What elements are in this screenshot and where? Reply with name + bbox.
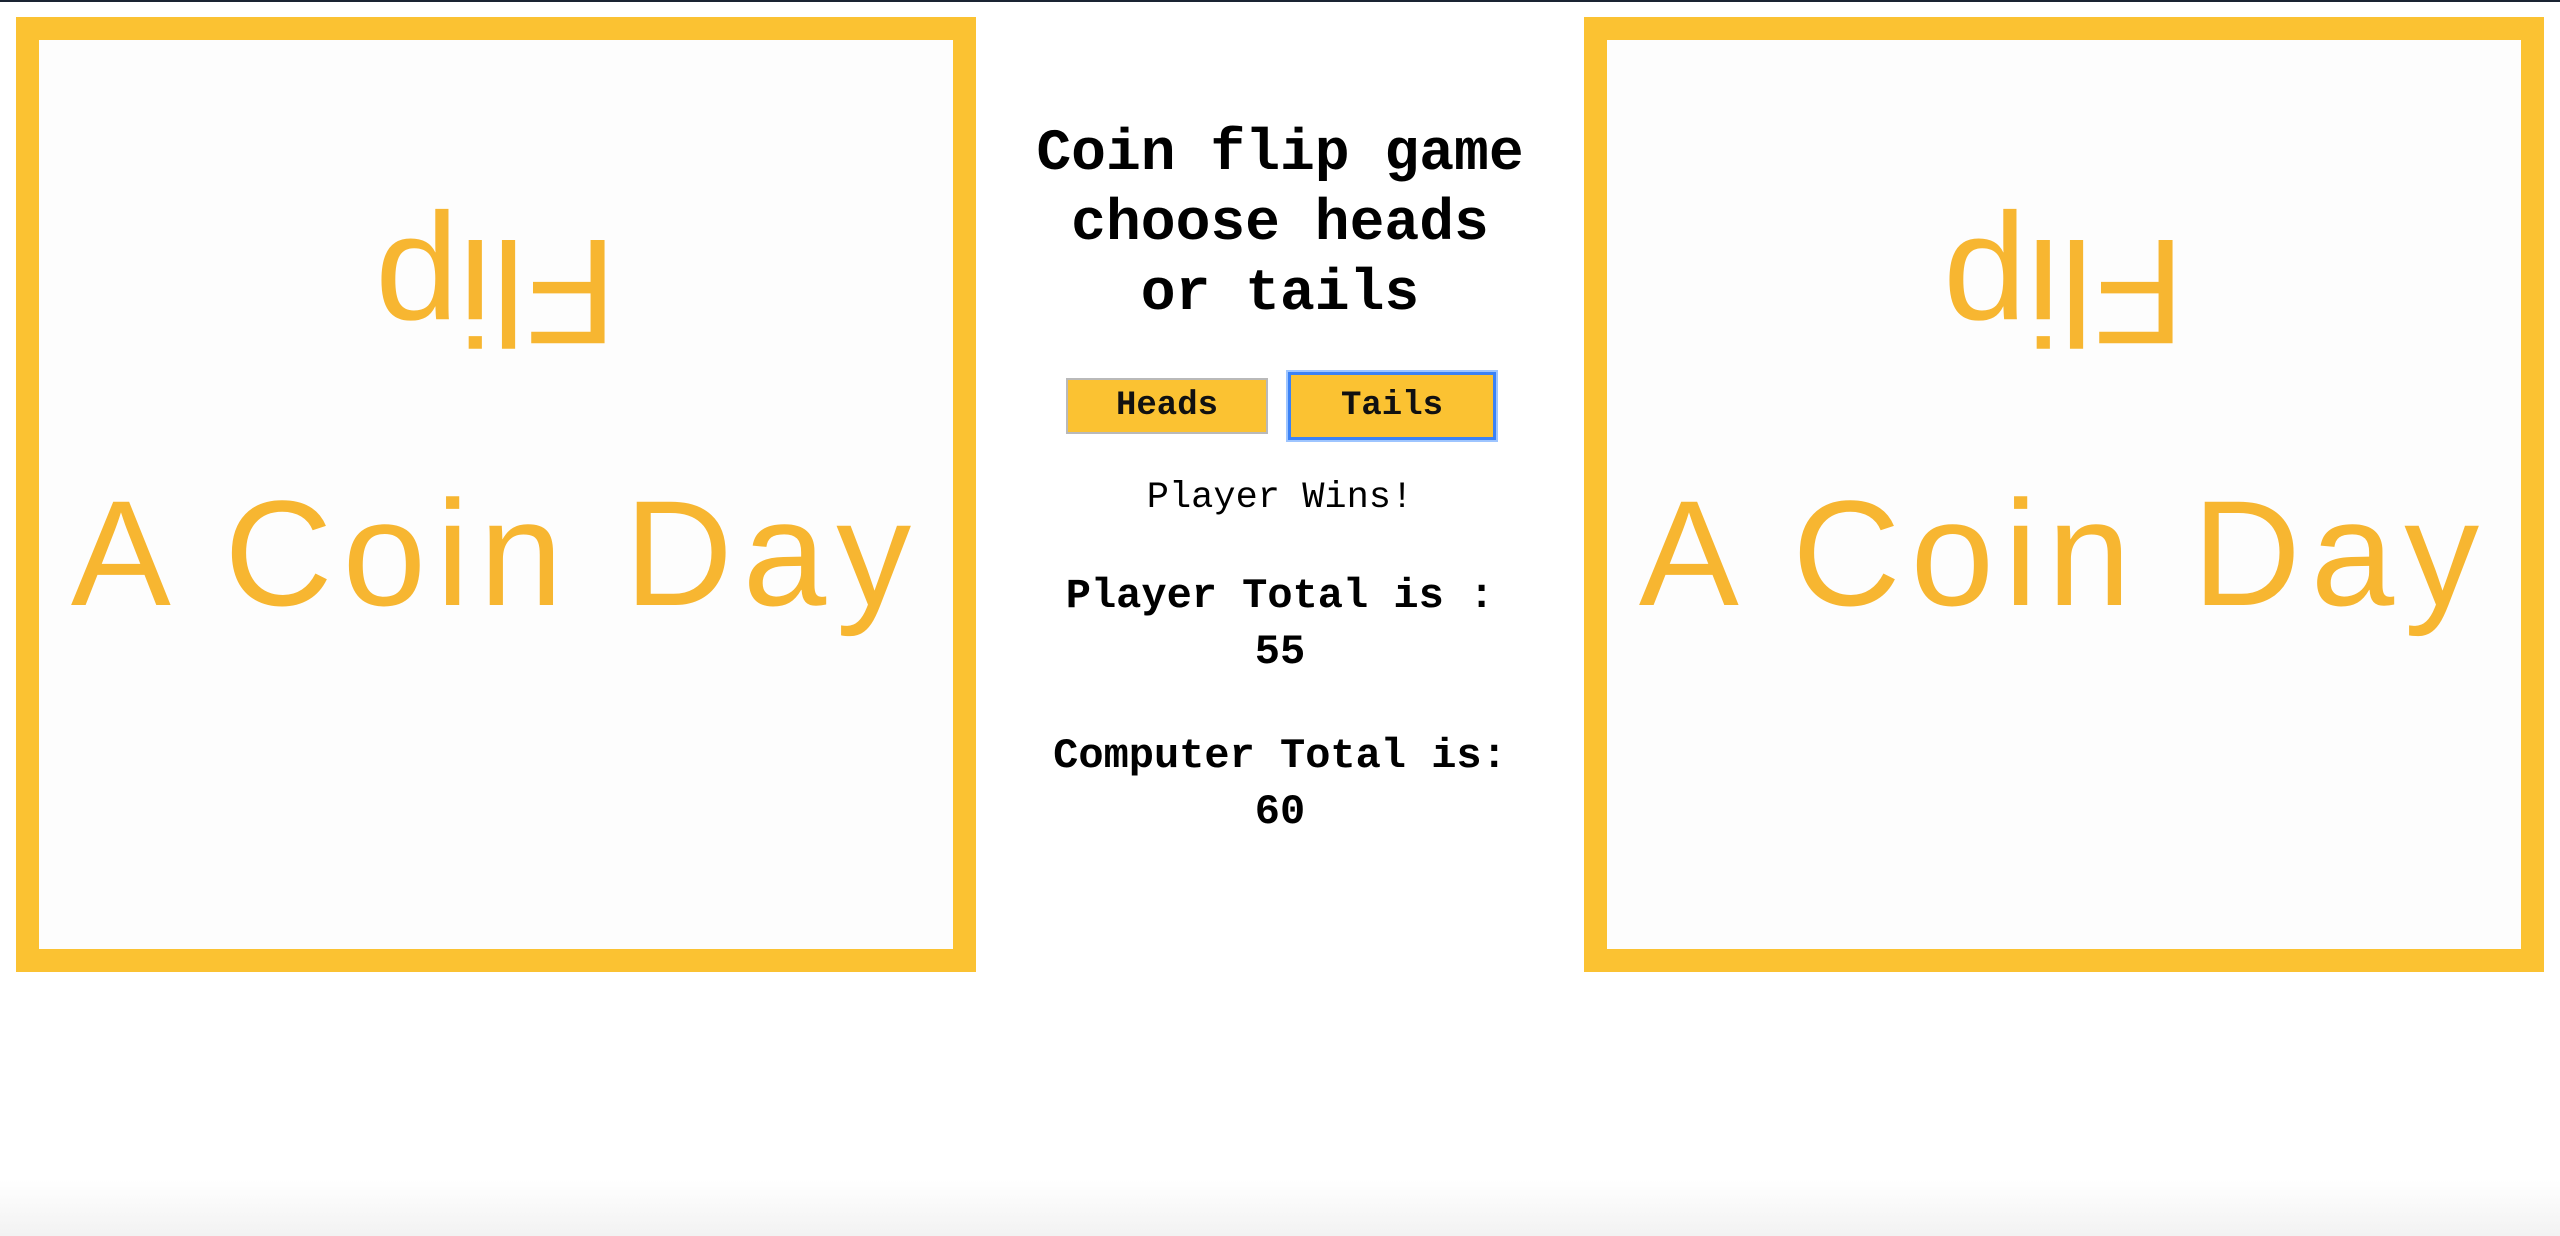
computer-score: Computer Total is: 60 bbox=[976, 728, 1584, 840]
heads-button[interactable]: Heads bbox=[1066, 378, 1268, 434]
tails-button[interactable]: Tails bbox=[1288, 372, 1496, 440]
coin-logo-right: Flip A Coin Day bbox=[1639, 208, 2489, 637]
title-line-2: choose heads bbox=[1071, 192, 1489, 257]
coin-logo-left: Flip A Coin Day bbox=[71, 208, 921, 637]
computer-total-value: 60 bbox=[1254, 788, 1306, 836]
flip-word: Flip bbox=[375, 208, 617, 376]
player-total-label: Player Total is : bbox=[1065, 572, 1495, 620]
player-score: Player Total is : 55 bbox=[976, 568, 1584, 680]
coin-flip-page: Flip A Coin Day Coin flip game choose he… bbox=[0, 0, 2560, 1236]
title-line-3: or tails bbox=[1140, 262, 1420, 327]
tagline: A Coin Day bbox=[1639, 469, 2489, 637]
top-divider bbox=[0, 0, 2560, 2]
result-text: Player Wins! bbox=[1146, 477, 1414, 519]
player-total-value: 55 bbox=[1254, 628, 1306, 676]
page-title: Coin flip game choose heads or tails bbox=[976, 120, 1584, 330]
flip-word: Flip bbox=[1943, 208, 2185, 376]
coin-image-right: Flip A Coin Day bbox=[1584, 17, 2544, 972]
coin-image-left: Flip A Coin Day bbox=[16, 17, 976, 972]
tagline: A Coin Day bbox=[71, 469, 921, 637]
bottom-shadow bbox=[0, 1180, 2560, 1236]
title-line-1: Coin flip game bbox=[1036, 122, 1524, 187]
computer-total-label: Computer Total is: bbox=[1053, 732, 1507, 780]
